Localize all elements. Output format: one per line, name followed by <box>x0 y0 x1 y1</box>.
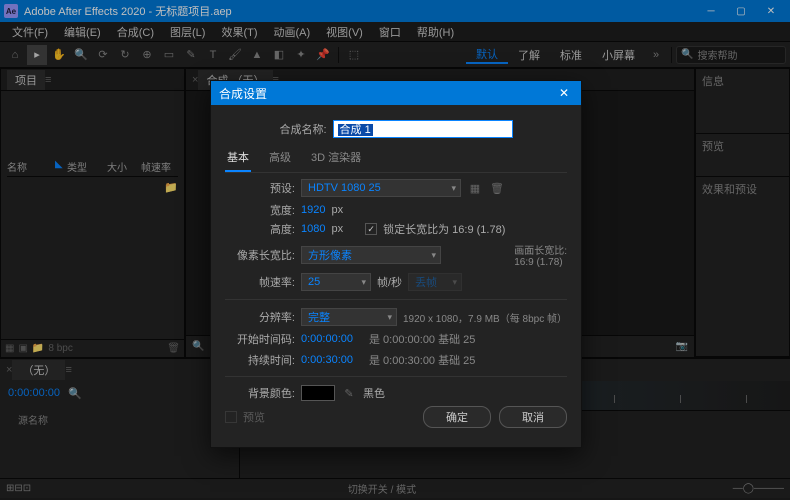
par-select[interactable]: 方形像素 <box>301 246 441 264</box>
tab-3d-renderer[interactable]: 3D 渲染器 <box>309 146 363 172</box>
fps-label: 帧速率: <box>225 274 295 290</box>
duration-input[interactable]: 0:00:30:00 <box>301 354 353 366</box>
resolution-select[interactable]: 完整 <box>301 308 397 326</box>
ok-button[interactable]: 确定 <box>423 406 491 428</box>
frame-aspect-value: 16:9 (1.78) <box>514 257 567 268</box>
dialog-close-button[interactable]: ✕ <box>555 86 573 100</box>
frame-aspect-label: 画面长宽比: <box>514 242 567 257</box>
preset-select[interactable]: HDTV 1080 25 <box>301 179 461 197</box>
fps-unit: 帧/秒 <box>377 274 402 290</box>
dialog-title: 合成设置 <box>219 85 267 102</box>
tab-advanced[interactable]: 高级 <box>267 146 293 172</box>
resolution-label: 分辨率: <box>225 309 295 325</box>
preset-label: 预设: <box>225 180 295 196</box>
cancel-button[interactable]: 取消 <box>499 406 567 428</box>
bg-color-name: 黑色 <box>363 385 385 401</box>
lock-aspect-label: 锁定长宽比为 16:9 (1.78) <box>383 221 505 237</box>
comp-name-input[interactable]: 合成 1 <box>333 120 513 138</box>
start-tc-input[interactable]: 0:00:00:00 <box>301 333 353 345</box>
comp-name-label: 合成名称: <box>279 121 326 137</box>
preview-checkbox <box>225 411 237 423</box>
composition-settings-dialog: 合成设置 ✕ 合成名称: 合成 1 基本 高级 3D 渲染器 预设: HDTV … <box>210 80 582 448</box>
duration-label: 持续时间: <box>225 352 295 368</box>
fps-select[interactable]: 25 <box>301 273 371 291</box>
start-tc-info: 是 0:00:00:00 基础 25 <box>369 331 475 347</box>
start-tc-label: 开始时间码: <box>225 331 295 347</box>
save-preset-icon[interactable]: ▦ <box>467 182 483 195</box>
width-label: 宽度: <box>225 202 295 218</box>
dropframe-select: 丢帧 <box>408 273 462 291</box>
height-input[interactable]: 1080 <box>301 223 325 235</box>
bg-color-swatch[interactable] <box>301 385 335 401</box>
width-input[interactable]: 1920 <box>301 204 325 216</box>
duration-info: 是 0:00:30:00 基础 25 <box>369 352 475 368</box>
tab-basic[interactable]: 基本 <box>225 146 251 172</box>
eyedropper-icon[interactable]: ✎ <box>341 387 357 400</box>
par-label: 像素长宽比: <box>225 247 295 263</box>
delete-preset-icon[interactable]: 🗑 <box>489 182 505 195</box>
resolution-info: 1920 x 1080，7.9 MB（每 8bpc 帧） <box>403 310 567 325</box>
bg-color-label: 背景颜色: <box>225 385 295 401</box>
lock-aspect-checkbox[interactable] <box>365 223 377 235</box>
preview-label: 预览 <box>243 409 265 425</box>
height-label: 高度: <box>225 221 295 237</box>
